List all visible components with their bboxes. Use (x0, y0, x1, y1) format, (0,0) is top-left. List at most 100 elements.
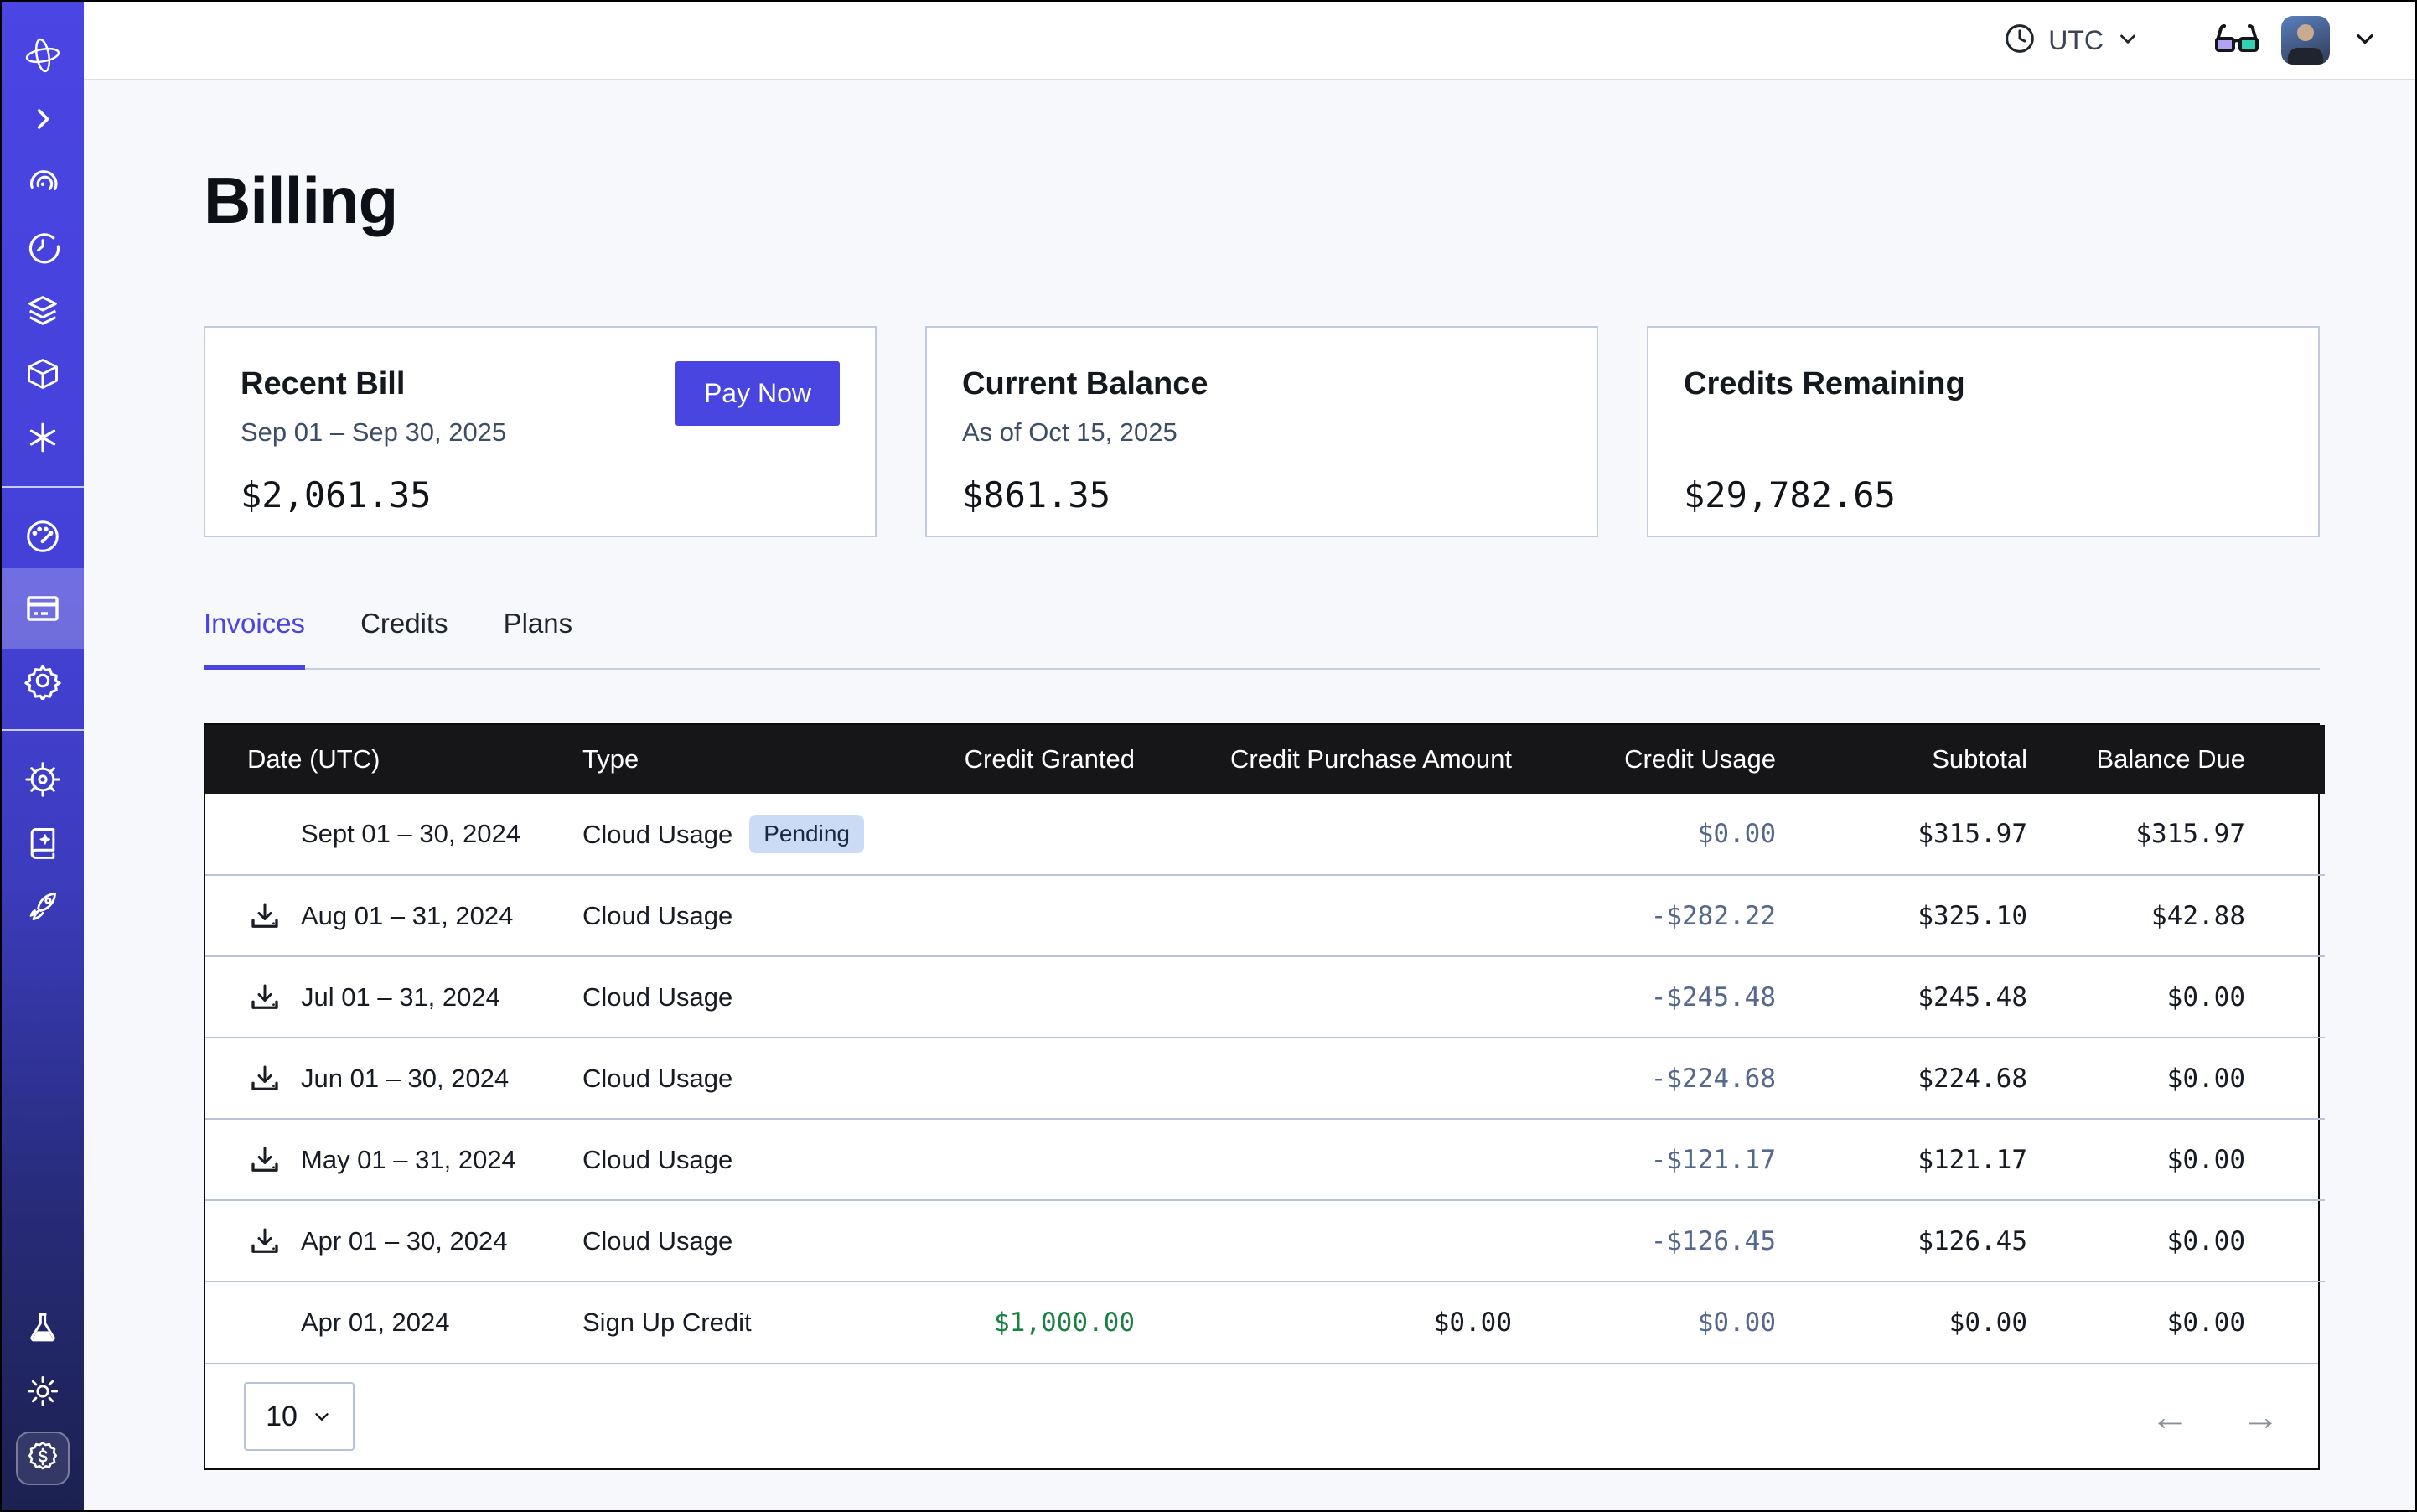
timezone-selector[interactable]: UTC (2003, 22, 2140, 60)
user-avatar[interactable] (2281, 16, 2330, 65)
status-badge: Pending (749, 815, 864, 853)
sidebar-item-search[interactable] (2, 406, 84, 469)
sidebar-item-usage[interactable] (2, 505, 84, 568)
subtotal-value: $224.68 (1776, 1038, 2027, 1119)
app-logo[interactable] (2, 23, 84, 87)
credit-purchase-value: $0.00 (1135, 1282, 1512, 1363)
clock-icon (2003, 22, 2037, 60)
subtotal-value: $121.17 (1776, 1119, 2027, 1200)
col-credit-granted: Credit Granted (943, 725, 1135, 794)
sun-icon (25, 1374, 60, 1409)
card-title: Current Balance (962, 366, 1561, 402)
rocket-icon (24, 888, 61, 925)
invoice-type: Sign Up Credit (582, 1307, 752, 1337)
account-menu-chevron[interactable] (2352, 25, 2378, 56)
download-invoice-icon[interactable] (247, 1224, 286, 1259)
ship-wheel-icon (24, 761, 61, 798)
pay-now-button[interactable]: Pay Now (675, 361, 840, 426)
sidebar-divider (2, 729, 84, 731)
billing-tabs: Invoices Credits Plans (204, 608, 2320, 670)
tab-credits[interactable]: Credits (360, 608, 448, 670)
gauge-icon (23, 517, 62, 556)
credit-usage-value: -$224.68 (1512, 1038, 1776, 1119)
col-type: Type (582, 725, 943, 794)
next-page-button[interactable]: → (2241, 1397, 2280, 1436)
credit-purchase-value (1135, 1119, 1512, 1200)
credit-granted-value (943, 1200, 1135, 1282)
download-invoice-icon[interactable] (247, 980, 286, 1015)
table-header-row: Date (UTC) Type Credit Granted Credit Pu… (205, 725, 2325, 794)
sidebar-item-settings[interactable] (2, 649, 84, 712)
tab-invoices[interactable]: Invoices (204, 608, 305, 670)
timezone-label: UTC (2048, 25, 2104, 56)
prev-page-button[interactable]: ← (2150, 1397, 2189, 1436)
credits-reward-button[interactable] (16, 1432, 70, 1485)
credit-usage-value: -$245.48 (1512, 956, 1776, 1038)
sidebar-item-getting-started[interactable] (2, 875, 84, 939)
current-balance-card: Current Balance As of Oct 15, 2025 $861.… (925, 326, 1598, 537)
credit-card-icon (23, 588, 63, 629)
balance-due-value: $42.88 (2027, 875, 2325, 956)
sidebar (2, 2, 84, 1510)
credit-purchase-value (1135, 1038, 1512, 1119)
table-row: Jun 01 – 30, 2024 Cloud Usage -$224.68 $… (205, 1038, 2325, 1119)
history-clock-icon (24, 228, 61, 265)
tab-plans[interactable]: Plans (504, 608, 573, 670)
credit-purchase-value (1135, 956, 1512, 1038)
flask-icon (25, 1310, 60, 1345)
invoice-type: Cloud Usage (582, 820, 732, 849)
sidebar-item-billing[interactable] (2, 568, 84, 649)
balance-due-value: $0.00 (2027, 1200, 2325, 1282)
invoice-type: Cloud Usage (582, 1145, 732, 1174)
balance-due-value: $315.97 (2027, 794, 2325, 875)
credit-granted-value (943, 875, 1135, 956)
table-row: May 01 – 31, 2024 Cloud Usage -$121.17 $… (205, 1119, 2325, 1200)
dollar-badge-icon (25, 1439, 60, 1478)
table-row: Aug 01 – 31, 2024 Cloud Usage -$282.22 $… (205, 875, 2325, 956)
invoice-type: Cloud Usage (582, 982, 732, 1012)
target-spiral-icon (24, 164, 61, 201)
credit-usage-value: -$121.17 (1512, 1119, 1776, 1200)
credit-granted-value (943, 1038, 1135, 1119)
page-size-select[interactable]: 10 (244, 1382, 355, 1451)
card-title: Credits Remaining (1684, 366, 2283, 402)
download-invoice-icon[interactable] (247, 898, 286, 934)
table-row: Apr 01 – 30, 2024 Cloud Usage -$126.45 $… (205, 1200, 2325, 1282)
table-row: Sept 01 – 30, 2024 Cloud UsagePending $0… (205, 794, 2325, 875)
credit-usage-value: $0.00 (1512, 1282, 1776, 1363)
sidebar-item-vector[interactable] (2, 278, 84, 342)
app-root: UTC Billing (0, 0, 2417, 1512)
col-subtotal: Subtotal (1776, 725, 2027, 794)
subtotal-value: $126.45 (1776, 1200, 2027, 1282)
balance-due-value: $0.00 (2027, 1119, 2325, 1200)
invoice-date: Apr 01 – 30, 2024 (301, 1226, 507, 1256)
invoice-type: Cloud Usage (582, 1064, 732, 1093)
subtotal-value: $325.10 (1776, 875, 2027, 956)
invoice-date: Jul 01 – 31, 2024 (301, 982, 500, 1012)
reader-glasses-button[interactable] (2214, 22, 2259, 60)
sidebar-item-docs[interactable] (2, 811, 84, 875)
summary-cards: Recent Bill Sep 01 – Sep 30, 2025 $2,061… (204, 326, 2320, 537)
invoice-date: May 01 – 31, 2024 (301, 1145, 516, 1175)
current-balance-amount: $861.35 (962, 474, 1561, 515)
credit-usage-value: -$282.22 (1512, 875, 1776, 956)
sidebar-item-redis[interactable] (2, 151, 84, 215)
sidebar-item-workflow[interactable] (2, 342, 84, 406)
sidebar-item-qstash[interactable] (2, 215, 84, 278)
table-footer: 10 ← → (205, 1363, 2318, 1468)
layers-icon (23, 291, 62, 329)
sidebar-collapse-button[interactable] (2, 87, 84, 151)
balance-due-value: $0.00 (2027, 956, 2325, 1038)
table-row: Apr 01, 2024 Sign Up Credit $1,000.00 $0… (205, 1282, 2325, 1363)
sidebar-item-integrations[interactable] (2, 748, 84, 811)
theme-toggle[interactable] (2, 1359, 84, 1423)
col-credit-purchase-amount: Credit Purchase Amount (1135, 725, 1512, 794)
subtotal-value: $315.97 (1776, 794, 2027, 875)
download-invoice-icon[interactable] (247, 1142, 286, 1178)
credit-usage-value: $0.00 (1512, 794, 1776, 875)
invoice-type: Cloud Usage (582, 901, 732, 930)
download-invoice-icon[interactable] (247, 1061, 286, 1096)
invoice-type: Cloud Usage (582, 1226, 732, 1256)
chevron-right-icon (28, 105, 57, 133)
sidebar-item-labs[interactable] (2, 1296, 84, 1359)
